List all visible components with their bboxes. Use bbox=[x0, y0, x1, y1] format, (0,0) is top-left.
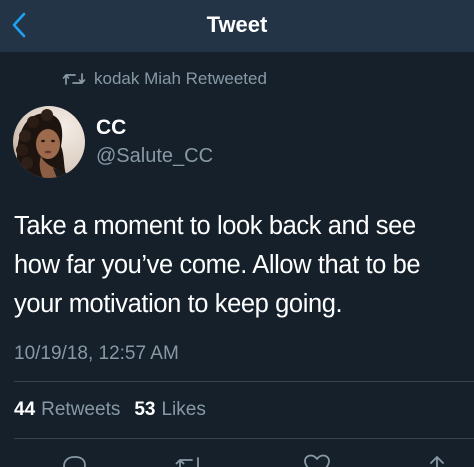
reply-icon bbox=[63, 456, 86, 467]
tweet-action-bar bbox=[0, 450, 474, 467]
retweets-stat[interactable]: 44 Retweets bbox=[14, 398, 120, 422]
likes-label: Likes bbox=[161, 399, 206, 420]
retweets-count: 44 bbox=[14, 399, 36, 420]
top-nav-bar: Tweet bbox=[0, 0, 474, 52]
avatar-image bbox=[13, 106, 85, 178]
author-handle[interactable]: @Salute_CC bbox=[96, 144, 213, 168]
page-title: Tweet bbox=[206, 12, 268, 37]
divider bbox=[14, 438, 474, 439]
author-name[interactable]: CC bbox=[96, 116, 126, 140]
tweet-detail-screen: Tweet kodak Miah Retweeted CC @Salute_CC… bbox=[0, 0, 474, 467]
retweet-context[interactable]: kodak Miah Retweeted bbox=[62, 68, 267, 90]
retweet-icon bbox=[175, 457, 199, 467]
likes-count: 53 bbox=[134, 399, 156, 420]
like-button[interactable] bbox=[300, 452, 334, 467]
divider bbox=[14, 381, 474, 382]
reply-button[interactable] bbox=[57, 452, 91, 467]
likes-stat[interactable]: 53 Likes bbox=[134, 398, 206, 422]
like-icon bbox=[304, 454, 330, 467]
tweet-text-line: how far you’ve come. Allow that to be bbox=[14, 251, 421, 279]
retweets-label: Retweets bbox=[41, 399, 121, 420]
engagement-stats: 44 Retweets 53 Likes bbox=[14, 398, 220, 422]
retweet-context-label: kodak Miah Retweeted bbox=[94, 69, 267, 88]
retweet-button[interactable] bbox=[172, 452, 206, 467]
share-button[interactable] bbox=[420, 452, 454, 467]
avatar[interactable] bbox=[13, 106, 85, 178]
tweet-text-line: your motivation to keep going. bbox=[14, 290, 343, 318]
tweet-text: Take a moment to look back and see how f… bbox=[14, 207, 466, 324]
tweet-timestamp: 10/19/18, 12:57 AM bbox=[14, 343, 179, 364]
share-icon bbox=[430, 456, 444, 467]
retweet-icon bbox=[62, 73, 86, 85]
tweet-text-line: Take a moment to look back and see bbox=[14, 212, 416, 240]
